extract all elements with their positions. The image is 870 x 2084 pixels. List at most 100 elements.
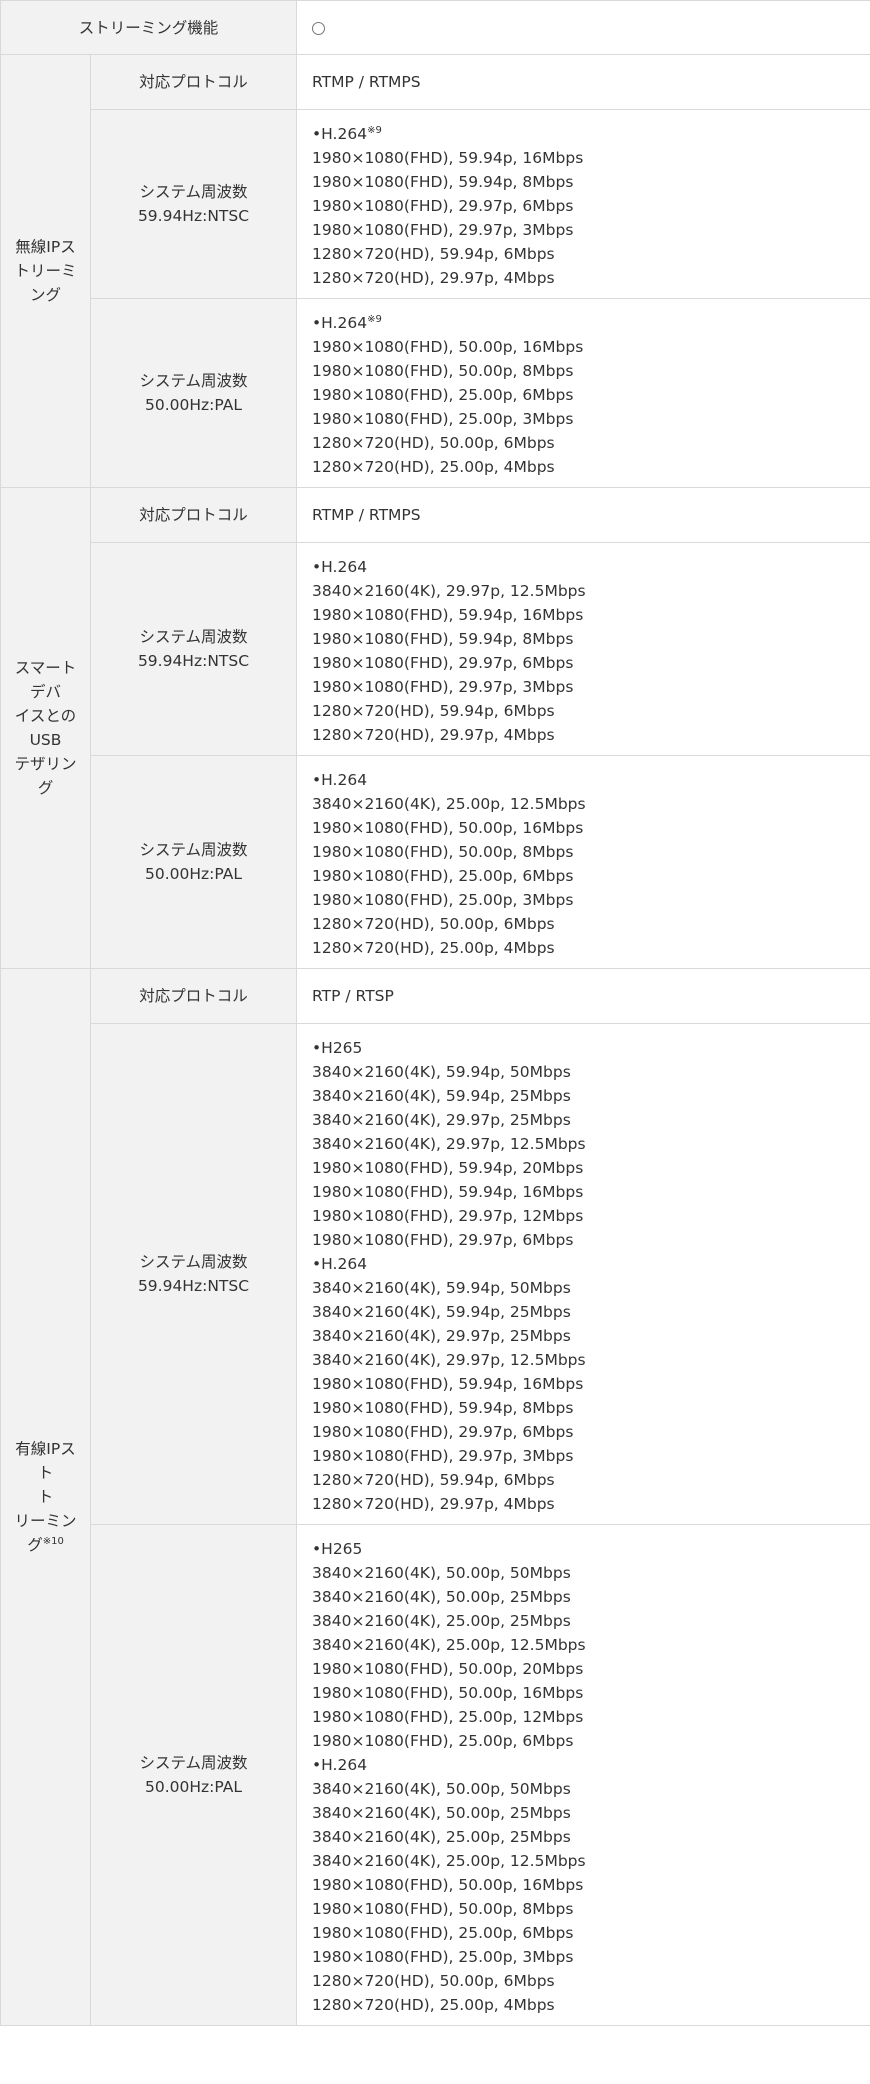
wireless-ip-section-title: 無線IPス トリーミ ング	[0, 54, 91, 488]
format-line: 3840×2160(4K), 59.94p, 25Mbps	[312, 1087, 571, 1105]
pal-frequency-label: システム周波数 50.00Hz:PAL	[89, 298, 298, 488]
format-line: •H.264	[312, 558, 368, 576]
format-line: 1980×1080(FHD), 50.00p, 16Mbps	[312, 338, 584, 356]
format-line: 1980×1080(FHD), 25.00p, 3Mbps	[312, 891, 574, 909]
wireless-ip-pal-row: システム周波数 50.00Hz:PAL •H.264※9 1980×1080(FHD)…	[1, 298, 870, 488]
usb-tethering-pal-row: システム周波数 50.00Hz:PAL •H.264 3840×2160(4K), 2…	[1, 755, 870, 969]
format-line: •H.264	[312, 771, 368, 789]
format-line: 1980×1080(FHD), 29.97p, 12Mbps	[312, 1207, 584, 1225]
format-line: 1980×1080(FHD), 59.94p, 16Mbps	[312, 1183, 584, 1201]
frequency-label-line: システム周波数	[139, 1754, 248, 1772]
format-line: 1980×1080(FHD), 59.94p, 16Mbps	[312, 149, 584, 167]
format-line: 3840×2160(4K), 25.00p, 12.5Mbps	[312, 795, 586, 813]
format-line: 1980×1080(FHD), 29.97p, 6Mbps	[312, 197, 574, 215]
format-line: 1980×1080(FHD), 25.00p, 6Mbps	[312, 1924, 574, 1942]
format-line: 3840×2160(4K), 25.00p, 25Mbps	[312, 1612, 571, 1630]
frequency-label-line: 59.94Hz:NTSC	[137, 1277, 250, 1295]
format-line: 1980×1080(FHD), 25.00p, 3Mbps	[312, 1948, 574, 1966]
codec-heading: •H.264※9	[312, 311, 856, 335]
ntsc-frequency-label: システム周波数 59.94Hz:NTSC	[89, 109, 298, 299]
section-title-line-with-note: グ※10	[13, 1533, 78, 1557]
ntsc-format-list: •H.264 3840×2160(4K), 29.97p, 12.5Mbps 198…	[296, 542, 870, 756]
frequency-label-line: システム周波数	[139, 628, 248, 646]
codec-name: •H.264	[312, 125, 368, 143]
wired-ip-section-title: 有線IPストトリーミング※10	[0, 968, 91, 2026]
format-line: 1280×720(HD), 50.00p, 6Mbps	[312, 1972, 555, 1990]
protocol-label: 対応プロトコル	[89, 54, 298, 110]
format-line: 1280×720(HD), 59.94p, 6Mbps	[312, 702, 555, 720]
format-line: 3840×2160(4K), 25.00p, 25Mbps	[312, 1828, 571, 1846]
streaming-spec-table: ストリーミング機能 無線IPス トリーミ ング 対応プロトコル RTMP / RTMPS…	[0, 0, 870, 2026]
usb-tethering-protocol-row: スマート デバ イスとの USB テザリング 対応プロトコル RTMP / RTMPS	[0, 487, 870, 969]
ntsc-frequency-label: システム周波数 59.94Hz:NTSC	[89, 1023, 298, 1525]
section-title-line: トリーミ	[14, 262, 77, 280]
format-line: 1980×1080(FHD), 29.97p, 6Mbps	[312, 1231, 574, 1249]
format-line: 3840×2160(4K), 29.97p, 12.5Mbps	[312, 582, 586, 600]
section-title-line: ト	[37, 1488, 54, 1506]
format-line: 1280×720(HD), 50.00p, 6Mbps	[312, 915, 555, 933]
format-line: 1980×1080(FHD), 59.94p, 8Mbps	[312, 630, 574, 648]
protocol-label: 対応プロトコル	[89, 968, 298, 1024]
section-title-line: リーミン	[14, 1512, 77, 1530]
section-title-line: テザリン	[14, 755, 77, 773]
format-line: 1980×1080(FHD), 29.97p, 3Mbps	[312, 1447, 574, 1465]
frequency-label-line: 59.94Hz:NTSC	[137, 207, 250, 225]
frequency-label-line: システム周波数	[139, 183, 248, 201]
format-line: 1980×1080(FHD), 25.00p, 6Mbps	[312, 1732, 574, 1750]
ntsc-frequency-label: システム周波数 59.94Hz:NTSC	[89, 542, 298, 756]
footnote-mark: ※10	[42, 1535, 64, 1547]
format-line: •H.264	[312, 1255, 368, 1273]
frequency-label-line: 59.94Hz:NTSC	[137, 652, 250, 670]
format-line: •H265	[312, 1540, 363, 1558]
format-line: 3840×2160(4K), 29.97p, 12.5Mbps	[312, 1351, 586, 1369]
format-line: 3840×2160(4K), 29.97p, 25Mbps	[312, 1111, 571, 1129]
codec-name: •H.264	[312, 314, 368, 332]
streaming-function-row: ストリーミング機能	[0, 0, 870, 55]
wired-ip-pal-row: システム周波数 50.00Hz:PAL •H265 3840×2160(4K), 50…	[1, 1524, 870, 2026]
pal-format-list: •H.264※9 1980×1080(FHD), 50.00p, 16Mbps 19…	[296, 298, 870, 488]
format-line: 1980×1080(FHD), 59.94p, 8Mbps	[312, 1399, 574, 1417]
wired-ip-ntsc-row: システム周波数 59.94Hz:NTSC •H265 3840×2160(4K), 5…	[1, 1023, 870, 1525]
format-line: 1980×1080(FHD), 29.97p, 3Mbps	[312, 221, 574, 239]
section-title-line: スマート	[14, 659, 77, 677]
format-line: 3840×2160(4K), 59.94p, 50Mbps	[312, 1063, 571, 1081]
format-line: 1980×1080(FHD), 59.94p, 16Mbps	[312, 606, 584, 624]
circle-mark-icon	[312, 21, 326, 35]
format-line: 1280×720(HD), 25.00p, 4Mbps	[312, 458, 555, 476]
pal-format-list: •H.264 3840×2160(4K), 25.00p, 12.5Mbps 198…	[296, 755, 870, 969]
section-title-line: グ	[37, 779, 54, 797]
format-line: 1980×1080(FHD), 50.00p, 8Mbps	[312, 362, 574, 380]
protocol-value: RTMP / RTMPS	[296, 487, 870, 543]
format-line: 1980×1080(FHD), 59.94p, 8Mbps	[312, 173, 574, 191]
frequency-label-line: 50.00Hz:PAL	[145, 396, 242, 414]
frequency-label-line: 50.00Hz:PAL	[145, 865, 242, 883]
section-title-line: グ	[27, 1536, 43, 1554]
streaming-function-value	[296, 0, 870, 55]
frequency-label-line: システム周波数	[139, 372, 248, 390]
frequency-label-line: システム周波数	[139, 841, 248, 859]
section-title-line: 無線IPス	[15, 238, 76, 256]
pal-frequency-label: システム周波数 50.00Hz:PAL	[89, 755, 298, 969]
format-line: 1980×1080(FHD), 29.97p, 6Mbps	[312, 654, 574, 672]
format-line: •H265	[312, 1039, 363, 1057]
footnote-mark: ※9	[367, 124, 382, 136]
format-line: 1980×1080(FHD), 59.94p, 16Mbps	[312, 1375, 584, 1393]
format-line: 3840×2160(4K), 50.00p, 50Mbps	[312, 1780, 571, 1798]
pal-frequency-label: システム周波数 50.00Hz:PAL	[89, 1524, 298, 2026]
section-title-line: 有線IPスト	[15, 1440, 76, 1482]
format-line: 1280×720(HD), 29.97p, 4Mbps	[312, 726, 555, 744]
footnote-mark: ※9	[367, 313, 382, 325]
section-title-line: USB	[29, 731, 62, 749]
format-line: 1980×1080(FHD), 29.97p, 3Mbps	[312, 678, 574, 696]
format-line: 1980×1080(FHD), 29.97p, 6Mbps	[312, 1423, 574, 1441]
frequency-label-line: 50.00Hz:PAL	[145, 1778, 242, 1796]
format-line: 1280×720(HD), 29.97p, 4Mbps	[312, 269, 555, 287]
format-line: 1980×1080(FHD), 25.00p, 3Mbps	[312, 410, 574, 428]
format-line: 3840×2160(4K), 50.00p, 25Mbps	[312, 1588, 571, 1606]
format-line: 1980×1080(FHD), 50.00p, 8Mbps	[312, 843, 574, 861]
format-line: 1980×1080(FHD), 50.00p, 20Mbps	[312, 1660, 584, 1678]
pal-format-list: •H265 3840×2160(4K), 50.00p, 50Mbps 3840×2…	[296, 1524, 870, 2026]
protocol-label: 対応プロトコル	[89, 487, 298, 543]
usb-tethering-ntsc-row: システム周波数 59.94Hz:NTSC •H.264 3840×2160(4K), …	[1, 542, 870, 756]
wireless-ip-protocol-row: 無線IPス トリーミ ング 対応プロトコル RTMP / RTMPS	[0, 54, 870, 488]
